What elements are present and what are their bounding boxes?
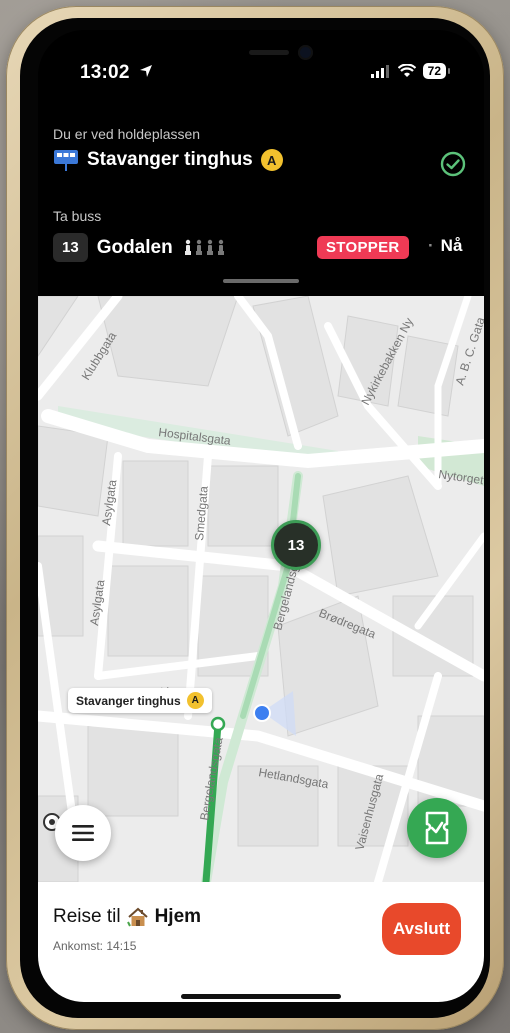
take-bus-label: Ta buss [53, 208, 102, 224]
route-map[interactable]: Klubbgata Hospitalsgata Nytorget Nykirke… [38, 296, 484, 882]
destination-name: Godalen [96, 236, 173, 258]
trip-panel: Reise til Hjem Ankomst: 14:15 Avslutt [38, 882, 484, 1002]
occupancy-icon [184, 239, 224, 255]
route-number: 13 [53, 233, 88, 262]
bus-location-marker[interactable]: 13 [271, 520, 321, 570]
map-stop-label[interactable]: Stavanger tinghus A [68, 688, 212, 713]
battery-indicator: 72 [422, 63, 451, 79]
status-indicators: 72 [370, 63, 451, 79]
departure-time: · Nå [428, 236, 463, 255]
status-time: 13:02 [80, 62, 130, 83]
departure-value: Nå [440, 236, 463, 255]
bus-stop-icon [54, 150, 78, 171]
map-canvas: Klubbgata Hospitalsgata Nytorget Nykirke… [38, 296, 484, 882]
signal-icon [370, 64, 389, 78]
location-arrow-icon [140, 65, 152, 77]
ticket-icon [425, 811, 449, 845]
hamburger-menu-icon [72, 825, 94, 841]
arrival-time: Ankomst: 14:15 [53, 939, 137, 953]
map-stop-platform: A [186, 692, 204, 709]
end-trip-button[interactable]: Avslutt [382, 903, 461, 955]
at-stop-label: Du er ved holdeplassen [53, 126, 201, 142]
wifi-icon [397, 64, 416, 77]
trip-prefix: Reise til [53, 906, 121, 927]
trip-title: Reise til Hjem [53, 906, 201, 928]
phone-screen: 13:02 72 Du er ved holdeplassen Stavange… [38, 30, 484, 1002]
dynamic-island [231, 39, 325, 66]
current-stop: Stavanger tinghus A [53, 148, 283, 172]
bus-departure-row[interactable]: 13 Godalen [53, 233, 234, 262]
home-icon [126, 907, 148, 927]
trip-destination: Hjem [154, 906, 202, 927]
check-circle-icon [440, 151, 466, 177]
ticket-button[interactable] [407, 798, 467, 858]
home-indicator[interactable] [181, 994, 341, 999]
menu-button[interactable] [55, 805, 111, 861]
platform-badge: A [260, 149, 283, 171]
map-stop-name: Stavanger tinghus [76, 693, 181, 708]
sheet-drag-handle[interactable] [223, 279, 299, 283]
stop-name: Stavanger tinghus [87, 149, 253, 170]
stopper-badge: STOPPER [317, 236, 409, 259]
